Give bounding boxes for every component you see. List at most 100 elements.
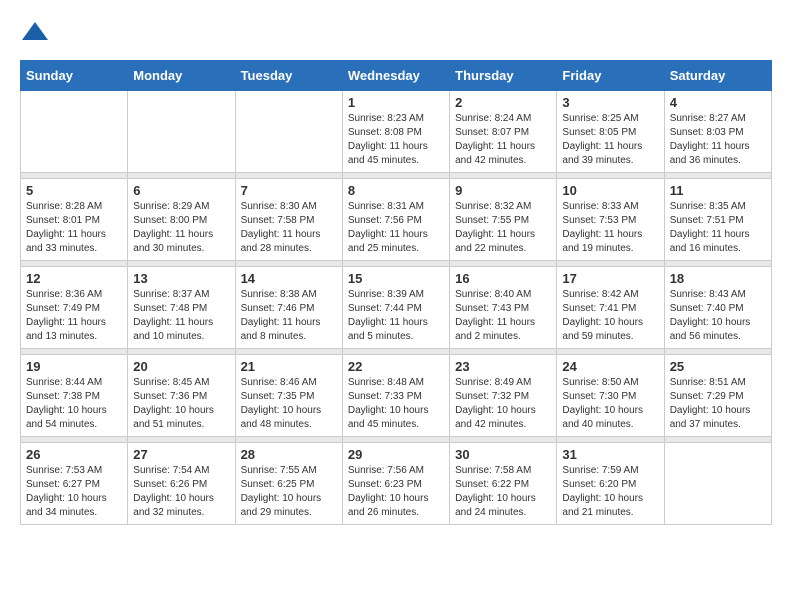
logo-icon [20, 20, 50, 50]
day-cell: 10 Sunrise: 8:33 AM Sunset: 7:53 PM Dayli… [557, 179, 664, 261]
header-row: SundayMondayTuesdayWednesdayThursdayFrid… [21, 61, 772, 91]
day-cell: 8 Sunrise: 8:31 AM Sunset: 7:56 PM Daylig… [342, 179, 449, 261]
day-info: Sunrise: 8:25 AM Sunset: 8:05 PM Dayligh… [562, 112, 658, 168]
day-cell: 16 Sunrise: 8:40 AM Sunset: 7:43 PM Dayli… [450, 267, 557, 349]
day-number: 11 [670, 183, 766, 198]
day-cell: 25 Sunrise: 8:51 AM Sunset: 7:29 PM Dayli… [664, 355, 771, 437]
day-number: 25 [670, 359, 766, 374]
day-cell: 18 Sunrise: 8:43 AM Sunset: 7:40 PM Dayli… [664, 267, 771, 349]
day-number: 22 [348, 359, 444, 374]
day-number: 2 [455, 95, 551, 110]
header-friday: Friday [557, 61, 664, 91]
day-cell: 26 Sunrise: 7:53 AM Sunset: 6:27 PM Dayli… [21, 443, 128, 525]
header-monday: Monday [128, 61, 235, 91]
day-info: Sunrise: 8:40 AM Sunset: 7:43 PM Dayligh… [455, 288, 551, 344]
day-info: Sunrise: 8:31 AM Sunset: 7:56 PM Dayligh… [348, 200, 444, 256]
day-info: Sunrise: 7:55 AM Sunset: 6:25 PM Dayligh… [241, 464, 337, 520]
day-info: Sunrise: 8:51 AM Sunset: 7:29 PM Dayligh… [670, 376, 766, 432]
day-number: 6 [133, 183, 229, 198]
day-cell: 27 Sunrise: 7:54 AM Sunset: 6:26 PM Dayli… [128, 443, 235, 525]
day-number: 20 [133, 359, 229, 374]
day-number: 27 [133, 447, 229, 462]
day-cell: 15 Sunrise: 8:39 AM Sunset: 7:44 PM Dayli… [342, 267, 449, 349]
day-number: 21 [241, 359, 337, 374]
week-row-1: 1 Sunrise: 8:23 AM Sunset: 8:08 PM Daylig… [21, 91, 772, 173]
day-cell: 7 Sunrise: 8:30 AM Sunset: 7:58 PM Daylig… [235, 179, 342, 261]
day-cell: 6 Sunrise: 8:29 AM Sunset: 8:00 PM Daylig… [128, 179, 235, 261]
day-cell: 24 Sunrise: 8:50 AM Sunset: 7:30 PM Dayli… [557, 355, 664, 437]
header-wednesday: Wednesday [342, 61, 449, 91]
day-info: Sunrise: 8:29 AM Sunset: 8:00 PM Dayligh… [133, 200, 229, 256]
day-cell [235, 91, 342, 173]
day-cell: 9 Sunrise: 8:32 AM Sunset: 7:55 PM Daylig… [450, 179, 557, 261]
day-info: Sunrise: 7:59 AM Sunset: 6:20 PM Dayligh… [562, 464, 658, 520]
day-info: Sunrise: 8:42 AM Sunset: 7:41 PM Dayligh… [562, 288, 658, 344]
day-cell [128, 91, 235, 173]
day-cell: 4Sunrise: 8:27 AM Sunset: 8:03 PM Daylig… [664, 91, 771, 173]
day-info: Sunrise: 7:56 AM Sunset: 6:23 PM Dayligh… [348, 464, 444, 520]
day-number: 9 [455, 183, 551, 198]
day-number: 24 [562, 359, 658, 374]
day-number: 28 [241, 447, 337, 462]
header-saturday: Saturday [664, 61, 771, 91]
day-info: Sunrise: 8:33 AM Sunset: 7:53 PM Dayligh… [562, 200, 658, 256]
day-cell: 17Sunrise: 8:42 AM Sunset: 7:41 PM Dayli… [557, 267, 664, 349]
day-info: Sunrise: 8:48 AM Sunset: 7:33 PM Dayligh… [348, 376, 444, 432]
day-info: Sunrise: 7:58 AM Sunset: 6:22 PM Dayligh… [455, 464, 551, 520]
header-sunday: Sunday [21, 61, 128, 91]
day-number: 15 [348, 271, 444, 286]
week-row-3: 12Sunrise: 8:36 AM Sunset: 7:49 PM Dayli… [21, 267, 772, 349]
day-info: Sunrise: 8:28 AM Sunset: 8:01 PM Dayligh… [26, 200, 122, 256]
day-cell: 13Sunrise: 8:37 AM Sunset: 7:48 PM Dayli… [128, 267, 235, 349]
day-info: Sunrise: 8:32 AM Sunset: 7:55 PM Dayligh… [455, 200, 551, 256]
day-info: Sunrise: 8:24 AM Sunset: 8:07 PM Dayligh… [455, 112, 551, 168]
day-cell [664, 443, 771, 525]
day-info: Sunrise: 8:35 AM Sunset: 7:51 PM Dayligh… [670, 200, 766, 256]
day-cell: 31Sunrise: 7:59 AM Sunset: 6:20 PM Dayli… [557, 443, 664, 525]
week-row-5: 26 Sunrise: 7:53 AM Sunset: 6:27 PM Dayli… [21, 443, 772, 525]
day-number: 18 [670, 271, 766, 286]
day-number: 26 [26, 447, 122, 462]
day-info: Sunrise: 8:44 AM Sunset: 7:38 PM Dayligh… [26, 376, 122, 432]
day-cell: 11 Sunrise: 8:35 AM Sunset: 7:51 PM Dayli… [664, 179, 771, 261]
day-info: Sunrise: 8:45 AM Sunset: 7:36 PM Dayligh… [133, 376, 229, 432]
day-info: Sunrise: 8:39 AM Sunset: 7:44 PM Dayligh… [348, 288, 444, 344]
day-cell: 20 Sunrise: 8:45 AM Sunset: 7:36 PM Dayli… [128, 355, 235, 437]
week-row-2: 5Sunrise: 8:28 AM Sunset: 8:01 PM Daylig… [21, 179, 772, 261]
day-cell: 19 Sunrise: 8:44 AM Sunset: 7:38 PM Dayli… [21, 355, 128, 437]
day-info: Sunrise: 8:43 AM Sunset: 7:40 PM Dayligh… [670, 288, 766, 344]
day-info: Sunrise: 8:30 AM Sunset: 7:58 PM Dayligh… [241, 200, 337, 256]
day-number: 7 [241, 183, 337, 198]
day-cell [21, 91, 128, 173]
day-number: 13 [133, 271, 229, 286]
day-number: 1 [348, 95, 444, 110]
day-number: 3 [562, 95, 658, 110]
day-cell: 23Sunrise: 8:49 AM Sunset: 7:32 PM Dayli… [450, 355, 557, 437]
day-number: 8 [348, 183, 444, 198]
day-cell: 29Sunrise: 7:56 AM Sunset: 6:23 PM Dayli… [342, 443, 449, 525]
day-cell: 5Sunrise: 8:28 AM Sunset: 8:01 PM Daylig… [21, 179, 128, 261]
calendar-table: SundayMondayTuesdayWednesdayThursdayFrid… [20, 60, 772, 525]
day-info: Sunrise: 7:53 AM Sunset: 6:27 PM Dayligh… [26, 464, 122, 520]
day-info: Sunrise: 8:27 AM Sunset: 8:03 PM Dayligh… [670, 112, 766, 168]
day-cell: 30Sunrise: 7:58 AM Sunset: 6:22 PM Dayli… [450, 443, 557, 525]
day-cell: 2 Sunrise: 8:24 AM Sunset: 8:07 PM Daylig… [450, 91, 557, 173]
day-cell: 22 Sunrise: 8:48 AM Sunset: 7:33 PM Dayli… [342, 355, 449, 437]
day-info: Sunrise: 8:50 AM Sunset: 7:30 PM Dayligh… [562, 376, 658, 432]
logo [20, 20, 54, 50]
day-info: Sunrise: 8:38 AM Sunset: 7:46 PM Dayligh… [241, 288, 337, 344]
day-cell: 21 Sunrise: 8:46 AM Sunset: 7:35 PM Dayli… [235, 355, 342, 437]
day-info: Sunrise: 7:54 AM Sunset: 6:26 PM Dayligh… [133, 464, 229, 520]
day-number: 14 [241, 271, 337, 286]
day-cell: 1 Sunrise: 8:23 AM Sunset: 8:08 PM Daylig… [342, 91, 449, 173]
header-thursday: Thursday [450, 61, 557, 91]
day-cell: 14 Sunrise: 8:38 AM Sunset: 7:46 PM Dayli… [235, 267, 342, 349]
day-info: Sunrise: 8:49 AM Sunset: 7:32 PM Dayligh… [455, 376, 551, 432]
day-info: Sunrise: 8:23 AM Sunset: 8:08 PM Dayligh… [348, 112, 444, 168]
day-cell: 28 Sunrise: 7:55 AM Sunset: 6:25 PM Dayli… [235, 443, 342, 525]
day-number: 10 [562, 183, 658, 198]
day-number: 16 [455, 271, 551, 286]
day-info: Sunrise: 8:46 AM Sunset: 7:35 PM Dayligh… [241, 376, 337, 432]
day-number: 19 [26, 359, 122, 374]
page-header [20, 20, 772, 50]
